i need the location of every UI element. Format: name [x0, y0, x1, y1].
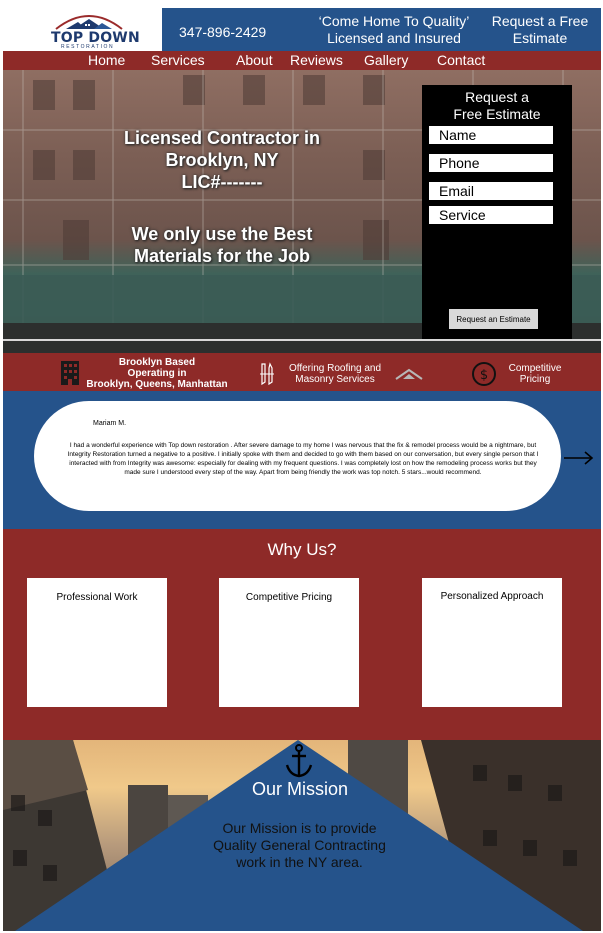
- feature-location: Brooklyn Based Operating in Brooklyn, Qu…: [83, 357, 231, 390]
- mission-text: Our Mission is to provide Quality Genera…: [193, 820, 406, 871]
- mission-text-line-2: Quality General Contracting: [213, 837, 386, 853]
- request-estimate-line-1: Request a Free: [491, 13, 589, 29]
- hero-title-line-3: LIC#-------: [181, 172, 263, 192]
- phone-number[interactable]: 347-896-2429: [179, 24, 266, 40]
- nav-home[interactable]: Home: [88, 52, 125, 68]
- hero-title: Licensed Contractor in Brooklyn, NY LIC#…: [103, 127, 341, 193]
- tagline: ‘Come Home To Quality’ Licensed and Insu…: [315, 13, 473, 47]
- tagline-line-1: ‘Come Home To Quality’: [318, 13, 470, 29]
- why-card-professional: Professional Work: [27, 578, 167, 707]
- feature-services-line-2: Masonry Services: [295, 374, 375, 385]
- feature-services: Offering Roofing and Masonry Services: [279, 363, 391, 385]
- review-author: Mariam M.: [93, 420, 127, 427]
- hero-subtitle: We only use the Best Materials for the J…: [103, 223, 341, 267]
- nav-gallery[interactable]: Gallery: [364, 52, 408, 68]
- feature-pricing: Competitive Pricing: [501, 363, 569, 385]
- nav-contact[interactable]: Contact: [437, 52, 485, 68]
- email-field[interactable]: [429, 182, 553, 200]
- nav-reviews[interactable]: Reviews: [290, 52, 343, 68]
- feature-pricing-line-1: Competitive: [508, 363, 562, 374]
- why-card-pricing: Competitive Pricing: [219, 578, 359, 707]
- why-card-label: Competitive Pricing: [245, 592, 333, 603]
- site-header: TOP DOWN RESTORATION 347-896-2429 ‘Come …: [3, 8, 601, 51]
- tagline-line-2: Licensed and Insured: [327, 30, 461, 46]
- hero-subtitle-line-1: We only use the Best: [131, 224, 313, 244]
- request-estimate-link[interactable]: Request a Free Estimate: [484, 13, 596, 47]
- roof-icon: [395, 368, 423, 380]
- svg-text:$: $: [480, 368, 488, 383]
- nav-about[interactable]: About: [236, 52, 273, 68]
- request-estimate-button[interactable]: Request an Estimate: [449, 309, 538, 329]
- main-nav: Home Services About Reviews Gallery Cont…: [3, 51, 601, 70]
- features-strip: Brooklyn Based Operating in Brooklyn, Qu…: [3, 353, 601, 391]
- feature-location-line-2: Operating in: [127, 368, 187, 379]
- phone-field[interactable]: [429, 154, 553, 172]
- hero-section: Licensed Contractor in Brooklyn, NY LIC#…: [3, 70, 601, 353]
- why-us-title: Why Us?: [267, 540, 337, 559]
- service-field[interactable]: [429, 206, 553, 224]
- header-bar: 347-896-2429 ‘Come Home To Quality’ Lice…: [162, 8, 601, 51]
- mission-text-line-1: Our Mission is to provide: [222, 820, 377, 836]
- arrow-right-icon[interactable]: [564, 451, 594, 465]
- hero-title-line-1: Licensed Contractor in: [123, 128, 321, 148]
- feature-location-line-3: Brooklyn, Queens, Manhattan: [86, 379, 228, 390]
- why-card-label: Personalized Approach: [440, 591, 544, 602]
- mission-text-line-3: work in the NY area.: [236, 854, 363, 870]
- logo[interactable]: TOP DOWN RESTORATION: [3, 8, 162, 51]
- mission-title: Our Mission: [251, 779, 349, 799]
- why-card-label: Professional Work: [56, 592, 138, 603]
- building-icon: [61, 361, 79, 385]
- hero-subtitle-line-2: Materials for the Job: [133, 246, 311, 266]
- review-text: I had a wonderful experience with Top do…: [67, 442, 539, 476]
- tools-icon: [260, 362, 274, 386]
- roof-icon: [55, 15, 123, 30]
- hero-title-line-2: Brooklyn, NY: [165, 150, 279, 170]
- why-card-personalized: Personalized Approach: [422, 578, 562, 707]
- feature-services-line-1: Offering Roofing and: [288, 363, 382, 374]
- nav-services[interactable]: Services: [151, 52, 205, 68]
- anchor-icon: [285, 744, 313, 778]
- request-estimate-line-2: Estimate: [512, 30, 568, 46]
- reviews-section: Mariam M. I had a wonderful experience w…: [3, 391, 601, 529]
- feature-pricing-line-2: Pricing: [519, 374, 551, 385]
- logo-subtitle: RESTORATION: [61, 44, 115, 50]
- name-field[interactable]: [429, 126, 553, 144]
- estimate-form: Request a Free Estimate Request an Estim…: [422, 85, 572, 339]
- dollar-icon: $: [472, 362, 496, 386]
- form-title: Request a Free Estimate: [422, 89, 572, 123]
- why-us-section: Why Us? Professional Work Competitive Pr…: [3, 529, 601, 740]
- feature-location-line-1: Brooklyn Based: [118, 357, 196, 368]
- review-card: Mariam M. I had a wonderful experience w…: [34, 401, 561, 511]
- mission-section: Our Mission Our Mission is to provide Qu…: [3, 740, 601, 931]
- form-title-line-1: Request a: [465, 89, 529, 105]
- form-title-line-2: Free Estimate: [453, 106, 541, 122]
